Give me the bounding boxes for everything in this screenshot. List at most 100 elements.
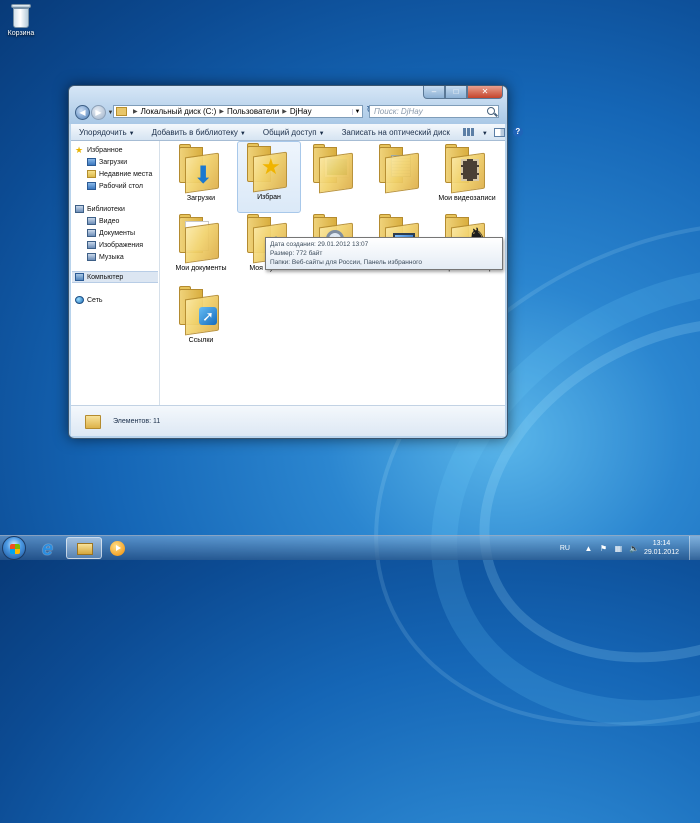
recent-places-icon	[87, 170, 96, 178]
address-dropdown[interactable]: ▼	[352, 108, 362, 115]
media-player-button[interactable]	[100, 537, 136, 559]
explorer-window: – □ ✕ ◀ ▶ ▼ ▶ Локальный диск (C:) ▶ Поль…	[68, 85, 523, 439]
folder-icon	[116, 107, 127, 116]
nav-music[interactable]: Музыка	[87, 251, 124, 263]
chevron-down-icon: ▼	[239, 130, 246, 137]
folder-favorites[interactable]: ★ Избран	[237, 141, 301, 213]
show-desktop-button[interactable]	[689, 536, 700, 560]
folder-icon	[85, 413, 103, 429]
videos-folder-icon	[445, 144, 489, 194]
breadcrumb-users[interactable]: Пользователи	[227, 107, 279, 116]
star-icon: ★	[75, 144, 84, 155]
nav-documents[interactable]: Документы	[87, 227, 135, 239]
explorer-taskbar-button[interactable]	[66, 537, 102, 559]
action-center-flag-icon[interactable]: ⚑	[599, 544, 608, 553]
share-with-label: Общий доступ	[262, 127, 317, 137]
folder-label: Загрузки	[186, 195, 216, 202]
folder-links[interactable]: ➚ Ссылки	[169, 285, 233, 357]
nav-downloads[interactable]: Загрузки	[87, 156, 127, 168]
search-input[interactable]: Поиск: DjHay	[369, 105, 499, 118]
internet-explorer-button[interactable]: e	[32, 537, 68, 560]
link-arrow-icon: ➚	[199, 307, 217, 325]
show-hidden-icons-icon[interactable]: ▲	[584, 544, 593, 553]
downloads-icon	[87, 158, 96, 166]
volume-icon[interactable]: 🔈	[629, 544, 639, 553]
clock-date: 29.01.2012	[643, 549, 679, 556]
nav-recent-places-label: Недавние места	[99, 170, 153, 178]
item-count: Элементов: 11	[113, 417, 161, 425]
chevron-right-icon[interactable]: ▶	[219, 108, 224, 115]
system-tray: RU ▲ ⚑ ▦ 🔈 13:14 29.01.2012	[560, 536, 700, 560]
nav-downloads-label: Загрузки	[99, 158, 128, 166]
folder-my-documents[interactable]: Мои документы	[169, 213, 233, 285]
preview-pane-icon[interactable]	[493, 127, 505, 137]
address-bar[interactable]: ▶ Локальный диск (C:) ▶ Пользователи ▶ D…	[113, 105, 363, 118]
command-bar: Упорядочить ▼ Добавить в библиотеку ▼ Общи…	[71, 124, 523, 141]
chevron-right-icon[interactable]: ▶	[133, 108, 138, 115]
language-indicator[interactable]: RU	[560, 545, 570, 552]
music-library-icon	[87, 253, 96, 261]
internet-explorer-icon: e	[42, 538, 54, 560]
recycle-bin-icon[interactable]: Корзина	[4, 2, 38, 37]
maximize-button[interactable]: □	[445, 86, 467, 99]
folder-label: Мои видеозаписи	[438, 195, 496, 202]
documents-library-icon	[87, 229, 96, 237]
forward-button[interactable]: ▶	[91, 105, 106, 120]
organize-button[interactable]: Упорядочить ▼	[71, 128, 144, 137]
folder-pictures[interactable]	[303, 143, 367, 215]
nav-desktop[interactable]: Рабочий стол	[87, 180, 143, 192]
nav-libraries[interactable]: Библиотеки	[75, 203, 125, 215]
nav-pictures[interactable]: Изображения	[87, 239, 143, 251]
breadcrumb-local-disk[interactable]: Локальный диск (C:)	[141, 107, 217, 116]
nav-computer-label: Компьютер	[87, 273, 124, 281]
folder-downloads[interactable]: ⬇ Загрузки	[169, 143, 233, 215]
search-placeholder: Поиск: DjHay	[374, 107, 423, 116]
nav-network[interactable]: Сеть	[75, 294, 103, 306]
taskbar: e RU ▲ ⚑ ▦ 🔈 13:14 29.01.2012	[0, 535, 700, 560]
clock-time: 13:14	[652, 540, 671, 547]
change-view-icon[interactable]	[462, 128, 474, 136]
network-status-icon[interactable]: ▦	[614, 544, 623, 553]
nav-documents-label: Документы	[99, 229, 136, 237]
include-in-library-label: Добавить в библиотеку	[151, 127, 238, 137]
folder-label: Мои документы	[175, 265, 227, 272]
nav-libraries-label: Библиотеки	[87, 205, 125, 213]
pictures-library-icon	[87, 241, 96, 249]
folder-my-videos[interactable]: Мои видеозаписи	[435, 143, 499, 215]
share-with-button[interactable]: Общий доступ ▼	[255, 128, 334, 137]
network-icon	[75, 296, 84, 304]
search-icon[interactable]	[487, 107, 495, 115]
close-button[interactable]: ✕	[467, 86, 503, 99]
tooltip-created: Дата создания: 29.01.2012 13:07	[270, 241, 369, 248]
windows-logo-icon	[10, 544, 20, 554]
computer-icon	[75, 273, 84, 281]
help-icon[interactable]: ?	[512, 127, 523, 137]
back-button[interactable]: ◀	[75, 105, 90, 120]
folder-icon	[77, 543, 93, 555]
nav-video-label: Видео	[99, 217, 120, 225]
tooltip-folders: Папки: Веб-сайты для России, Панель избр…	[270, 259, 422, 266]
nav-network-label: Сеть	[87, 296, 103, 304]
nav-video[interactable]: Видео	[87, 215, 119, 227]
film-icon	[461, 159, 479, 181]
chevron-right-icon[interactable]: ▶	[282, 108, 287, 115]
organize-label: Упорядочить	[79, 127, 127, 137]
nav-favorites[interactable]: ★ Избранное	[75, 144, 122, 156]
start-button[interactable]	[2, 536, 26, 560]
nav-pictures-label: Изображения	[99, 241, 143, 249]
desktop-icon	[87, 182, 96, 190]
downloads-folder-icon: ⬇	[179, 144, 223, 194]
breadcrumb-user-folder[interactable]: DjHay	[290, 107, 312, 116]
burn-button[interactable]: Записать на оптический диск	[334, 128, 459, 137]
nav-recent-places[interactable]: Недавние места	[87, 168, 152, 180]
include-in-library-button[interactable]: Добавить в библиотеку ▼	[144, 128, 255, 137]
favorites-folder-icon: ★	[247, 143, 291, 193]
clock[interactable]: 13:14 29.01.2012	[644, 539, 679, 557]
video-library-icon	[87, 217, 96, 225]
my-documents-folder-icon	[179, 214, 223, 264]
content-area: ★ Избранное Загрузки Недавние места Рабоч…	[71, 141, 505, 405]
folder-documents[interactable]	[369, 143, 433, 215]
view-menu-arrow[interactable]: ▼	[478, 128, 490, 137]
nav-computer[interactable]: Компьютер	[72, 271, 158, 283]
minimize-button[interactable]: –	[423, 86, 445, 99]
